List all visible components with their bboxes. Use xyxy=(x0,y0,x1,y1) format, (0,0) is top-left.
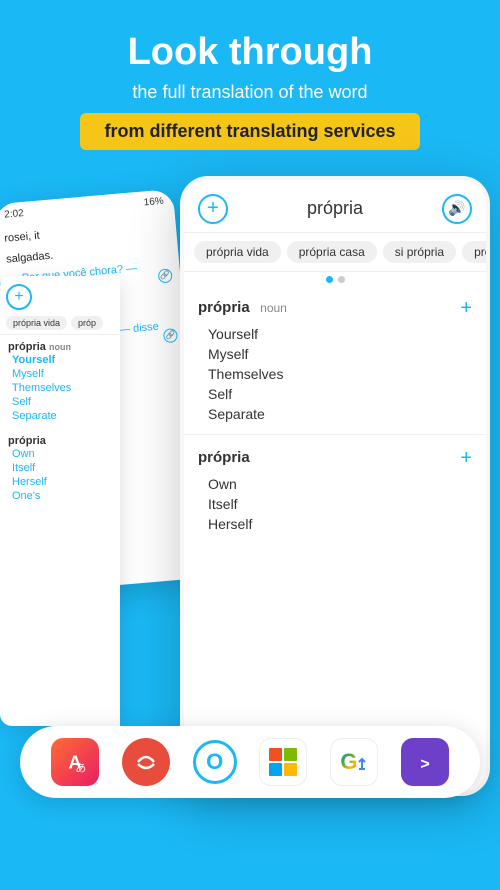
meaning-myself: Myself xyxy=(208,344,472,364)
service-deepl-icon[interactable]: > xyxy=(401,738,449,786)
deepl-svg: > xyxy=(411,748,439,776)
left-meaning-self: Self xyxy=(8,395,112,409)
meaning-separate: Separate xyxy=(208,404,472,424)
left-chips-row: própria vida próp xyxy=(6,316,114,330)
link-icon-2: 🔗 xyxy=(163,328,178,343)
google-arrow xyxy=(356,757,368,771)
dot-1 xyxy=(326,276,333,283)
left-chip-2[interactable]: próp xyxy=(71,316,103,330)
svg-text:あ: あ xyxy=(76,761,87,774)
main-phone-inner: + própria 🔊 própria vida própria casa si… xyxy=(184,180,486,792)
meaning-herself: Herself xyxy=(208,514,472,534)
translate-svg: A あ xyxy=(59,746,91,778)
left-add-button[interactable]: + xyxy=(6,284,32,310)
top-section: Look through the full translation of the… xyxy=(0,0,500,166)
phones-area: 2:02 16% rosei, it salgadas. — Por que v… xyxy=(0,176,500,816)
left-dict-word-2: própria xyxy=(8,435,112,447)
left-dict-word-1: própria noun xyxy=(8,341,112,353)
dict-entries: própria noun + Yourself Myself Themselve… xyxy=(184,285,486,792)
service-o-icon[interactable]: O xyxy=(193,740,237,784)
o-label: O xyxy=(206,749,223,775)
entry-1-word: própria noun xyxy=(198,299,287,317)
meaning-own: Own xyxy=(208,474,472,494)
dict-word-title: própria xyxy=(307,198,363,219)
win-blue xyxy=(269,763,282,776)
entry-divider xyxy=(184,434,486,435)
main-chip-4[interactable]: própria c xyxy=(462,241,486,263)
entry-1-header: própria noun + xyxy=(184,289,486,324)
service-windows-icon[interactable] xyxy=(259,738,307,786)
service-google-icon[interactable]: G xyxy=(330,738,378,786)
dict-add-button[interactable]: + xyxy=(198,194,228,224)
subtitle: the full translation of the word xyxy=(20,82,480,103)
win-green xyxy=(284,748,297,761)
left-meaning-itself: Itself xyxy=(8,461,112,475)
left-meaning-yourself: Yourself xyxy=(8,353,112,367)
left-meaning-herself: Herself xyxy=(8,475,112,489)
meaning-itself: Itself xyxy=(208,494,472,514)
left-meaning-myself: Myself xyxy=(8,367,112,381)
dict-header: + própria 🔊 xyxy=(184,180,486,233)
dot-2 xyxy=(338,276,345,283)
service-translate-icon[interactable]: A あ xyxy=(51,738,99,786)
entry-1-plus[interactable]: + xyxy=(460,297,472,320)
meaning-themselves: Themselves xyxy=(208,364,472,384)
main-phone: + própria 🔊 própria vida própria casa si… xyxy=(180,176,490,796)
left-meaning-themselves: Themselves xyxy=(8,381,112,395)
left-dict-section-1: própria noun Yourself Myself Themselves … xyxy=(0,335,120,429)
meaning-self: Self xyxy=(208,384,472,404)
service-reverso-icon[interactable] xyxy=(122,738,170,786)
main-chip-3[interactable]: si própria xyxy=(383,241,456,263)
dict-sound-button[interactable]: 🔊 xyxy=(442,194,472,224)
left-meaning-separate: Separate xyxy=(8,409,112,423)
entry-1-meanings: Yourself Myself Themselves Self Separate xyxy=(184,324,486,430)
entry-2-meanings: Own Itself Herself xyxy=(184,474,486,540)
entry-2-word: própria xyxy=(198,449,250,467)
link-icon-1: 🔗 xyxy=(158,268,173,283)
dots-indicator xyxy=(184,272,486,285)
left-chip-1[interactable]: própria vida xyxy=(6,316,67,330)
win-yellow xyxy=(284,763,297,776)
main-chip-1[interactable]: própria vida xyxy=(194,241,281,263)
services-bar: A あ O G xyxy=(20,726,480,798)
reverso-svg xyxy=(128,744,164,780)
back-time: 2:02 xyxy=(4,208,24,221)
left-dict-section-2: própria Own Itself Herself One's xyxy=(0,429,120,509)
entry-2-plus[interactable]: + xyxy=(460,447,472,470)
dict-chips-row: própria vida própria casa si própria pró… xyxy=(184,233,486,272)
windows-grid xyxy=(269,748,297,776)
win-red xyxy=(269,748,282,761)
entry-2-header: própria + xyxy=(184,439,486,474)
left-panel: + própria vida próp própria noun Yoursel… xyxy=(0,276,120,726)
left-meaning-ones: One's xyxy=(8,489,112,503)
highlight-bar: from different translating services xyxy=(80,113,419,150)
meaning-yourself: Yourself xyxy=(208,324,472,344)
left-panel-top: + própria vida próp xyxy=(0,276,120,335)
left-meaning-own: Own xyxy=(8,447,112,461)
back-battery: 16% xyxy=(143,196,164,209)
main-title: Look through xyxy=(20,32,480,74)
main-chip-2[interactable]: própria casa xyxy=(287,241,377,263)
svg-text:>: > xyxy=(420,756,429,773)
